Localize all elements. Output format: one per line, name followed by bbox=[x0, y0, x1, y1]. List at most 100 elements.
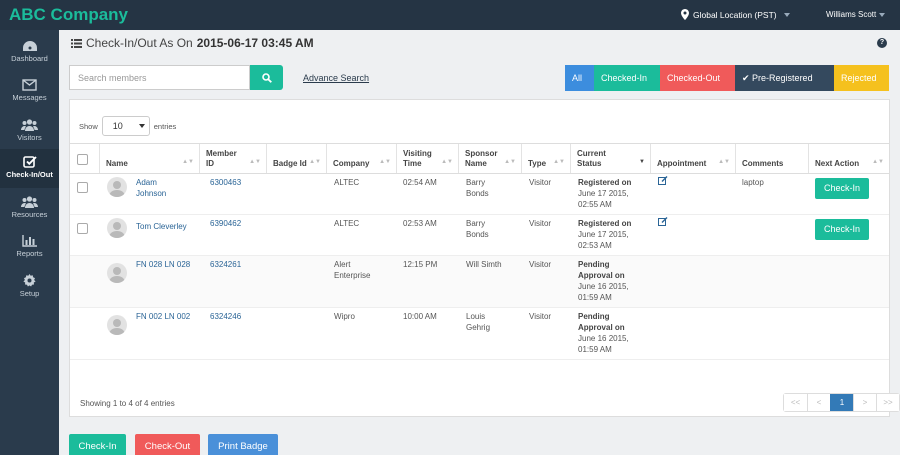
select-all-header bbox=[70, 144, 99, 173]
table-info: Showing 1 to 4 of 4 entries bbox=[80, 399, 175, 408]
member-name-link[interactable]: Adam Johnson bbox=[136, 177, 186, 199]
advance-search-link[interactable]: Advance Search bbox=[303, 73, 369, 83]
sponsor-cell: Barry Bonds bbox=[466, 219, 489, 239]
member-name-link[interactable]: FN 028 LN 028 bbox=[136, 259, 190, 270]
chevron-down-icon bbox=[879, 12, 886, 17]
member-name-link[interactable]: Tom Cleverley bbox=[136, 221, 187, 232]
status-cell: Registered on June 17 2015, 02:55 AM bbox=[578, 177, 646, 210]
member-id-link[interactable]: 6324261 bbox=[210, 259, 241, 270]
column-header-badge-id[interactable]: Badge Id ▲▼ bbox=[266, 144, 326, 173]
column-header-name[interactable]: Name ▲▼ bbox=[99, 144, 199, 173]
column-header-member-id[interactable]: Member ID ▲▼ bbox=[199, 144, 266, 173]
column-header-company[interactable]: Company ▲▼ bbox=[326, 144, 396, 173]
check-square-icon bbox=[22, 156, 37, 168]
avatar bbox=[107, 263, 127, 283]
sidebar-item-resources[interactable]: Resources bbox=[0, 190, 59, 228]
table-row: Tom Cleverley 6390462 ALTEC 02:53 AM Bar… bbox=[70, 215, 889, 256]
visiting-time-cell: 02:53 AM bbox=[403, 219, 437, 228]
check-in-button[interactable]: Check-In bbox=[69, 434, 126, 455]
sidebar-item-check-in-out[interactable]: Check-In/Out bbox=[0, 149, 59, 188]
company-cell: ALTEC bbox=[334, 178, 360, 187]
column-header-label: Badge Id bbox=[273, 159, 307, 168]
sidebar-item-setup[interactable]: Setup bbox=[0, 268, 59, 306]
sponsor-cell: Louis Gehrig bbox=[466, 312, 491, 332]
member-name-link[interactable]: FN 002 LN 002 bbox=[136, 311, 190, 322]
visiting-time-cell: 02:54 AM bbox=[403, 178, 437, 187]
filter-label: Pre-Registered bbox=[752, 73, 813, 83]
brand-logo[interactable]: ABC Company bbox=[9, 5, 128, 25]
table-row: FN 002 LN 002 6324246 Wipro 10:00 AM Lou… bbox=[70, 308, 889, 360]
column-header-visiting-time[interactable]: Visiting Time ▲▼ bbox=[396, 144, 458, 173]
sort-icon: ▲▼ bbox=[441, 159, 453, 165]
sort-icon: ▲▼ bbox=[872, 159, 884, 165]
appointment-edit-icon[interactable] bbox=[658, 217, 668, 229]
column-header-label: Comments bbox=[742, 159, 784, 168]
row-checkbox[interactable] bbox=[77, 182, 88, 193]
sidebar-item-dashboard[interactable]: Dashboard bbox=[0, 34, 59, 72]
location-selector[interactable]: Global Location (PST) bbox=[681, 9, 790, 20]
filter-checked-in-button[interactable]: Checked-In bbox=[594, 65, 660, 91]
sort-desc-icon: ▼ bbox=[639, 159, 645, 165]
sidebar-item-label: Visitors bbox=[17, 133, 42, 142]
column-header-appointment[interactable]: Appointment ▲▼ bbox=[650, 144, 735, 173]
search-input[interactable] bbox=[69, 65, 250, 90]
next-page-button[interactable]: > bbox=[853, 394, 876, 411]
row-checkbox[interactable] bbox=[77, 223, 88, 234]
users-icon bbox=[21, 196, 38, 208]
sidebar-item-label: Check-In/Out bbox=[6, 170, 53, 179]
column-header-label: Current Status bbox=[577, 149, 606, 168]
page-length-select[interactable]: 10 bbox=[101, 116, 150, 136]
sidebar-item-label: Messages bbox=[12, 93, 47, 102]
row-check-in-button[interactable]: Check-In bbox=[815, 219, 869, 240]
filter-checked-out-button[interactable]: Checked-Out bbox=[660, 65, 735, 91]
filter-rejected-button[interactable]: Rejected bbox=[834, 65, 889, 91]
search-button[interactable] bbox=[250, 65, 283, 90]
sponsor-cell: Barry Bonds bbox=[466, 178, 489, 198]
print-badge-button[interactable]: Print Badge bbox=[208, 434, 278, 455]
row-check-in-button[interactable]: Check-In bbox=[815, 178, 869, 199]
check-out-button[interactable]: Check-Out bbox=[135, 434, 200, 455]
column-header-label: Member ID bbox=[206, 149, 237, 168]
status-date: June 17 2015, 02:55 AM bbox=[578, 189, 629, 209]
type-cell: Visitor bbox=[529, 312, 552, 321]
sidebar-item-reports[interactable]: Reports bbox=[0, 229, 59, 267]
sponsor-cell: Will Simth bbox=[466, 260, 502, 269]
user-menu[interactable]: Williams Scott bbox=[826, 10, 886, 19]
column-header-label: Next Action bbox=[815, 159, 860, 168]
member-id-link[interactable]: 6390462 bbox=[210, 218, 241, 229]
page-1-button[interactable]: 1 bbox=[830, 394, 853, 411]
sidebar: Dashboard Messages Visitors Check-In/Out… bbox=[0, 30, 59, 455]
column-header-comments[interactable]: Comments bbox=[735, 144, 808, 173]
appointment-edit-icon[interactable] bbox=[658, 176, 668, 188]
previous-page-button[interactable]: < bbox=[807, 394, 830, 411]
column-header-label: Appointment bbox=[657, 159, 707, 168]
sidebar-item-label: Dashboard bbox=[11, 54, 48, 63]
table-header: Name ▲▼ Member ID ▲▼ Badge Id ▲▼ Company ▲▼ … bbox=[70, 143, 889, 174]
filter-all-button[interactable]: All bbox=[565, 65, 594, 91]
help-icon[interactable]: ? bbox=[877, 38, 887, 48]
column-header-label: Type bbox=[528, 159, 547, 168]
page-title-prefix: Check-In/Out As On bbox=[86, 36, 193, 50]
table-row: Adam Johnson 6300463 ALTEC 02:54 AM Barr… bbox=[70, 174, 889, 215]
column-header-label: Company bbox=[333, 159, 370, 168]
entries-label: entries bbox=[153, 121, 177, 131]
visiting-time-cell: 10:00 AM bbox=[403, 312, 437, 321]
column-header-current-status[interactable]: Current Status ▼ bbox=[570, 144, 650, 173]
last-page-button[interactable]: >> bbox=[876, 394, 899, 411]
filter-pre-registered-button[interactable]: ✔ Pre-Registered bbox=[735, 65, 834, 91]
first-page-button[interactable]: << bbox=[784, 394, 807, 411]
column-header-sponsor-name[interactable]: Sponsor Name ▲▼ bbox=[458, 144, 521, 173]
top-bar: ABC Company Global Location (PST) Willia… bbox=[0, 0, 900, 30]
column-header-type[interactable]: Type ▲▼ bbox=[521, 144, 570, 173]
type-cell: Visitor bbox=[529, 260, 552, 269]
location-label: Global Location (PST) bbox=[693, 9, 777, 20]
member-id-link[interactable]: 6300463 bbox=[210, 177, 241, 188]
dashboard-icon bbox=[22, 41, 37, 51]
column-header-label: Sponsor Name bbox=[465, 149, 498, 168]
comments-cell: laptop bbox=[742, 178, 764, 187]
member-id-link[interactable]: 6324246 bbox=[210, 311, 241, 322]
select-all-checkbox[interactable] bbox=[77, 154, 88, 165]
sidebar-item-messages[interactable]: Messages bbox=[0, 73, 59, 111]
sidebar-item-visitors[interactable]: Visitors bbox=[0, 113, 59, 151]
column-header-next-action[interactable]: Next Action ▲▼ bbox=[808, 144, 889, 173]
